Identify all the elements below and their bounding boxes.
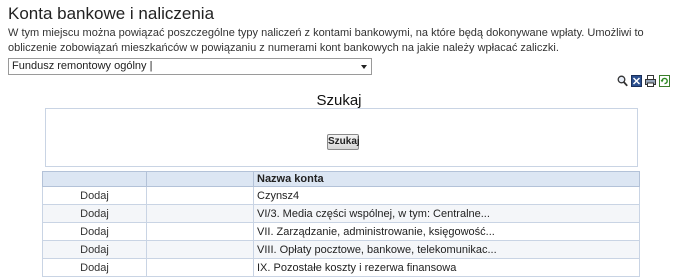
refresh-icon[interactable] <box>659 75 670 87</box>
table-cell-empty <box>146 222 254 241</box>
add-link[interactable]: Dodaj <box>42 222 147 241</box>
page-description: W tym miejscu można powiązać poszczególn… <box>8 27 644 54</box>
search-icon[interactable] <box>617 75 628 87</box>
search-title: Szukaj <box>316 92 362 109</box>
table-cell-empty <box>146 186 254 205</box>
fund-select-value: Fundusz remontowy ogólny | <box>12 60 153 72</box>
print-icon[interactable] <box>645 75 656 87</box>
account-name-cell: VIII. Opłaty pocztowe, bankowe, telekomu… <box>253 240 640 259</box>
column-header-blank <box>146 171 254 187</box>
account-name-cell: IX. Pozostałe koszty i rezerwa finansowa <box>253 258 640 277</box>
add-link[interactable]: Dodaj <box>42 258 147 277</box>
search-panel: Szukaj <box>45 108 638 167</box>
accounts-table: Nazwa konta Dodaj Czynsz4 Dodaj VI/3. Me… <box>42 171 640 277</box>
table-cell-empty <box>146 204 254 223</box>
chevron-down-icon <box>361 65 367 69</box>
table-row: Dodaj Czynsz4 <box>42 186 640 205</box>
table-row: Dodaj VII. Zarządzanie, administrowanie,… <box>42 222 640 241</box>
column-header-account-name: Nazwa konta <box>253 171 640 187</box>
account-name-cell: VI/3. Media części wspólnej, w tym: Cent… <box>253 204 640 223</box>
table-row: Dodaj VI/3. Media części wspólnej, w tym… <box>42 204 640 223</box>
fund-select[interactable]: Fundusz remontowy ogólny | <box>8 58 372 75</box>
table-cell-empty <box>146 240 254 259</box>
table-cell-empty <box>146 258 254 277</box>
add-link[interactable]: Dodaj <box>42 240 147 259</box>
excel-icon[interactable] <box>631 75 642 87</box>
account-name-cell: Czynsz4 <box>253 186 640 205</box>
table-row: Dodaj VIII. Opłaty pocztowe, bankowe, te… <box>42 240 640 259</box>
search-button[interactable]: Szukaj <box>327 134 360 150</box>
table-row: Dodaj IX. Pozostałe koszty i rezerwa fin… <box>42 258 640 277</box>
add-link[interactable]: Dodaj <box>42 204 147 223</box>
add-link[interactable]: Dodaj <box>42 186 147 205</box>
table-header-row: Nazwa konta <box>42 171 640 187</box>
page-title: Konta bankowe i naliczenia <box>8 4 215 23</box>
account-name-cell: VII. Zarządzanie, administrowanie, księg… <box>253 222 640 241</box>
column-header-action <box>42 171 147 187</box>
